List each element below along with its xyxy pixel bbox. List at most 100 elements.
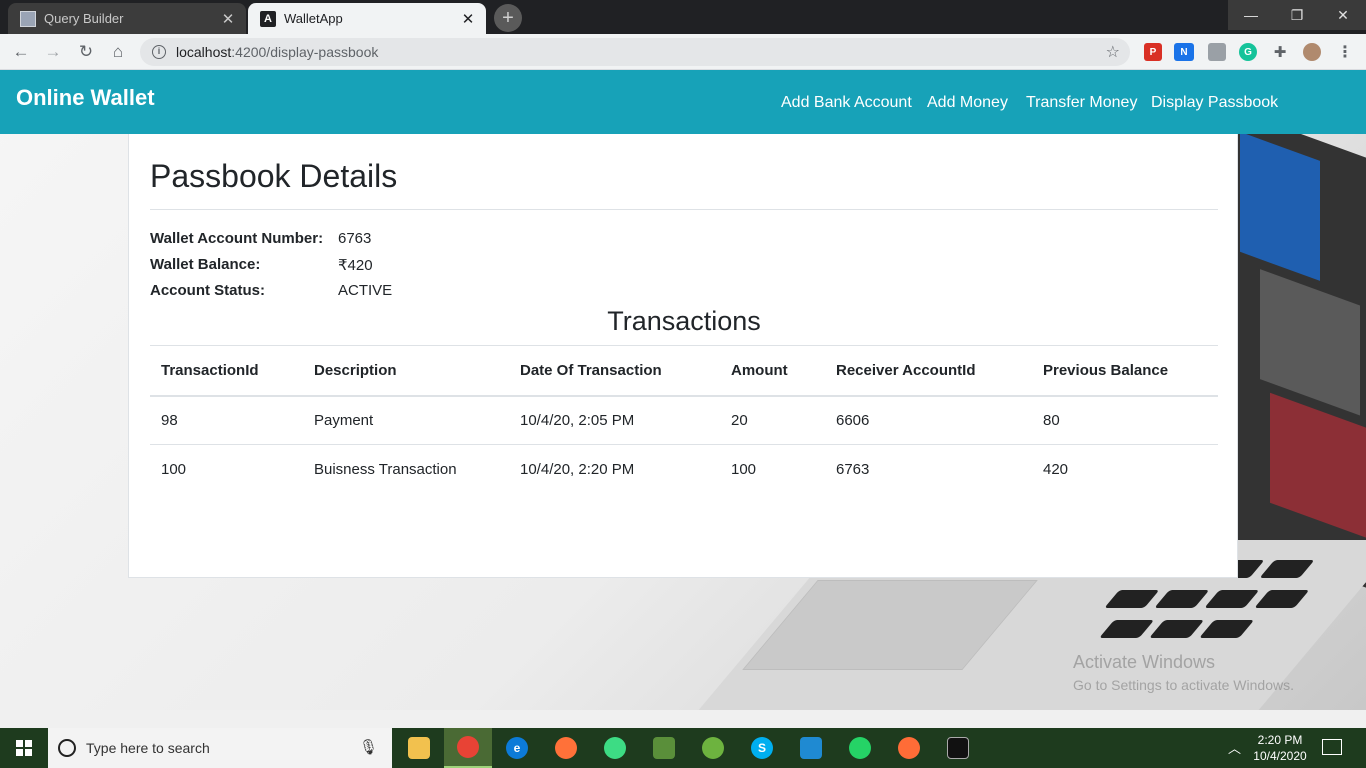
chevron-up-icon[interactable]: ︿ bbox=[1228, 738, 1241, 757]
table-header-row: TransactionId Description Date Of Transa… bbox=[150, 345, 1218, 397]
postman-app[interactable] bbox=[885, 728, 933, 768]
edge-app[interactable]: e bbox=[493, 728, 541, 768]
browser-menu-icon[interactable]: ⋮ bbox=[1336, 43, 1354, 61]
url-path: :4200/display-passbook bbox=[231, 44, 379, 60]
account-status-value: ACTIVE bbox=[338, 282, 393, 299]
cell-date: 10/4/20, 2:20 PM bbox=[520, 460, 635, 478]
wallet-balance-value: ₹420 bbox=[338, 257, 373, 274]
cell-previous-balance: 420 bbox=[1043, 460, 1069, 478]
postman-icon bbox=[898, 737, 920, 759]
nav-add-money[interactable]: Add Money bbox=[927, 94, 1008, 112]
close-tab-icon[interactable]: ✕ bbox=[456, 10, 480, 28]
nav-display-passbook[interactable]: Display Passbook bbox=[1151, 94, 1278, 112]
chrome-app[interactable] bbox=[444, 728, 492, 768]
extensions-puzzle-icon[interactable]: ✚ bbox=[1271, 43, 1289, 61]
whatsapp-icon bbox=[849, 737, 871, 759]
android-studio-icon bbox=[604, 737, 626, 759]
tab-title: WalletApp bbox=[284, 11, 343, 26]
bookmark-star-icon[interactable]: ☆ bbox=[1106, 42, 1120, 62]
close-window-button[interactable]: ✕ bbox=[1320, 0, 1366, 30]
page-title: Passbook Details bbox=[150, 158, 398, 194]
column-header: TransactionId bbox=[150, 345, 303, 397]
back-arrow-icon[interactable]: ← bbox=[10, 41, 32, 63]
clock-date: 10/4/2020 bbox=[1253, 749, 1307, 763]
nav-transfer-money[interactable]: Transfer Money bbox=[1026, 94, 1137, 112]
firefox-app[interactable] bbox=[542, 728, 590, 768]
chrome-icon bbox=[457, 736, 479, 758]
terminal-app[interactable] bbox=[934, 728, 982, 768]
brand-logo[interactable]: Online Wallet bbox=[16, 85, 155, 111]
close-tab-icon[interactable]: ✕ bbox=[216, 10, 240, 28]
restore-button[interactable]: ❐ bbox=[1274, 0, 1320, 30]
forward-arrow-icon[interactable]: → bbox=[42, 41, 64, 63]
account-number-label: Wallet Account Number: bbox=[150, 230, 324, 247]
table-row: 100 Buisness Transaction 10/4/20, 2:20 P… bbox=[150, 445, 1218, 494]
start-button[interactable] bbox=[0, 728, 48, 768]
skype-app[interactable]: S bbox=[738, 728, 786, 768]
account-status-label: Account Status: bbox=[150, 282, 266, 299]
cell-receiver-account: 6763 bbox=[836, 460, 870, 478]
column-header: Date Of Transaction bbox=[509, 345, 720, 397]
url-host: localhost bbox=[176, 44, 232, 60]
spring-tool-app[interactable] bbox=[689, 728, 737, 768]
taskbar-search[interactable]: Type here to search 🎙 bbox=[48, 728, 392, 768]
taskbar-search-placeholder: Type here to search bbox=[86, 740, 210, 756]
cell-date: 10/4/20, 2:05 PM bbox=[509, 395, 720, 445]
angular-favicon-icon: A bbox=[260, 10, 276, 27]
edge-icon: e bbox=[506, 737, 528, 759]
column-header: Amount bbox=[720, 345, 825, 397]
whatsapp-app[interactable] bbox=[836, 728, 884, 768]
spring-icon bbox=[702, 737, 724, 759]
clock-time: 2:20 PM bbox=[1257, 733, 1303, 747]
cell-transaction-id: 100 bbox=[161, 460, 187, 478]
table-row: 98 Payment 10/4/20, 2:05 PM 20 6606 80 bbox=[150, 395, 1218, 445]
profile-avatar[interactable] bbox=[1303, 43, 1321, 61]
app-navbar: Online Wallet Add Bank Account Add Money… bbox=[0, 70, 1366, 134]
terminal-icon bbox=[947, 737, 969, 759]
firefox-icon bbox=[555, 737, 577, 759]
cell-description: Payment bbox=[303, 395, 509, 445]
notifications-icon[interactable] bbox=[1322, 739, 1342, 755]
tab-walletapp[interactable]: A WalletApp ✕ bbox=[248, 3, 486, 34]
vscode-app[interactable] bbox=[787, 728, 835, 768]
tab-query-builder[interactable]: Query Builder ✕ bbox=[8, 3, 246, 34]
column-header: Previous Balance bbox=[1032, 345, 1218, 397]
address-bar[interactable]: i localhost:4200/display-passbook ☆ bbox=[140, 38, 1130, 66]
cell-amount: 100 bbox=[731, 460, 757, 478]
microphone-icon[interactable]: 🎙 bbox=[359, 738, 378, 756]
column-header: Description bbox=[303, 345, 509, 397]
passbook-card: Passbook Details Wallet Account Number: … bbox=[128, 134, 1238, 578]
task-manager-app[interactable] bbox=[640, 728, 688, 768]
account-number-value: 6763 bbox=[338, 230, 372, 247]
browser-toolbar: ← → ↻ ⌂ i localhost:4200/display-passboo… bbox=[0, 34, 1366, 70]
new-tab-button[interactable]: + bbox=[494, 4, 522, 32]
chart-app-icon bbox=[653, 737, 675, 759]
nav-add-bank-account[interactable]: Add Bank Account bbox=[781, 94, 912, 112]
cell-description: Buisness Transaction bbox=[314, 460, 457, 478]
cell-transaction-id: 98 bbox=[150, 395, 303, 445]
extension-new-icon[interactable]: N bbox=[1174, 43, 1194, 61]
browser-tab-strip: Query Builder ✕ A WalletApp ✕ + — ❐ ✕ bbox=[0, 0, 1366, 34]
reload-icon[interactable]: ↻ bbox=[75, 41, 97, 63]
cell-amount: 20 bbox=[720, 395, 825, 445]
site-info-icon[interactable]: i bbox=[152, 45, 166, 59]
minimize-button[interactable]: — bbox=[1228, 0, 1274, 30]
app-viewport: Online Wallet Add Bank Account Add Money… bbox=[0, 70, 1366, 710]
wallet-balance-label: Wallet Balance: bbox=[150, 256, 261, 273]
cell-receiver-account: 6606 bbox=[825, 395, 1032, 445]
activate-windows-watermark: Activate Windows Go to Settings to activ… bbox=[1073, 652, 1294, 693]
android-studio-app[interactable] bbox=[591, 728, 639, 768]
extension-cast-icon[interactable] bbox=[1208, 43, 1226, 61]
folder-icon bbox=[408, 737, 430, 759]
cell-previous-balance: 80 bbox=[1032, 395, 1218, 445]
watermark-title: Activate Windows bbox=[1073, 652, 1216, 672]
home-icon[interactable]: ⌂ bbox=[107, 41, 129, 63]
cortana-icon bbox=[58, 739, 76, 757]
windows-taskbar: Type here to search 🎙 e S ︿ 2:20 PM 10/4… bbox=[0, 728, 1366, 768]
skype-icon: S bbox=[751, 737, 773, 759]
transactions-heading: Transactions bbox=[607, 306, 761, 336]
system-clock[interactable]: 2:20 PM 10/4/2020 bbox=[1250, 732, 1310, 764]
grammarly-icon[interactable]: G bbox=[1239, 43, 1257, 61]
extension-red-icon[interactable]: P bbox=[1144, 43, 1162, 61]
file-explorer-app[interactable] bbox=[395, 728, 443, 768]
